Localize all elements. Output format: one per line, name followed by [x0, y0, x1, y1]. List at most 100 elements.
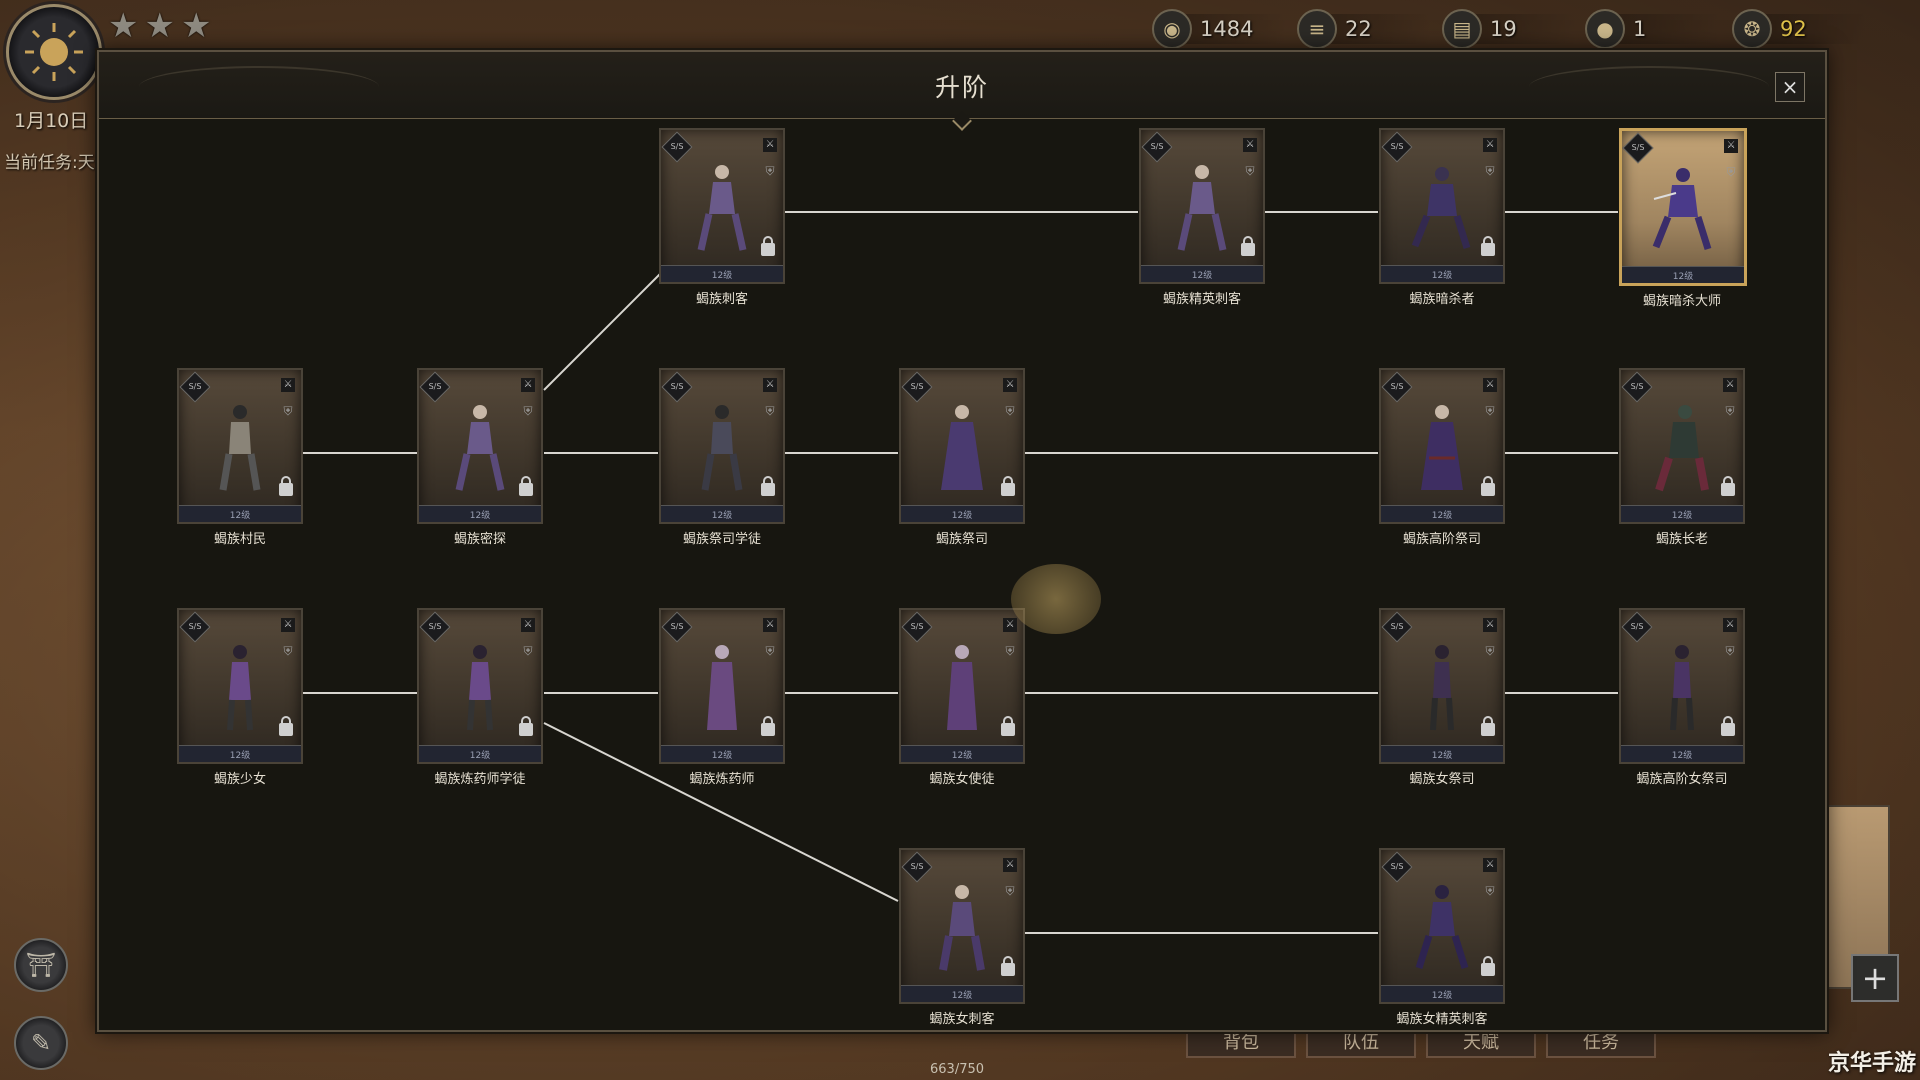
- tree-node-alchemist[interactable]: S/S ⚔ ⛨ 12级 蝎族炼药师: [659, 608, 785, 787]
- armor-icon: ⛨: [1725, 644, 1735, 658]
- tree-node-scout[interactable]: S/S ⚔ ⛨ 12级 蝎族密探: [417, 368, 543, 547]
- tree-node-priestess[interactable]: S/S ⚔ ⛨ 12级 蝎族女祭司: [1379, 608, 1505, 787]
- node-name: 蝎族暗杀者: [1409, 292, 1475, 307]
- zoom-in-button[interactable]: +: [1851, 954, 1899, 1002]
- tree-node-elder[interactable]: S/S ⚔ ⛨ 12级 蝎族长老: [1619, 368, 1745, 547]
- tree-node-shadow-master[interactable]: S/S ⚔ ⛨ 12级 蝎族暗杀大师: [1619, 128, 1747, 309]
- node-name: 蝎族暗杀大师: [1642, 294, 1721, 309]
- character-portrait: [467, 645, 493, 731]
- character-portrait: [1430, 645, 1454, 731]
- lock-icon: [1481, 476, 1495, 496]
- tree-node-alchemist-apprentice[interactable]: S/S ⚔ ⛨ 12级 蝎族炼药师学徒: [417, 608, 543, 787]
- resource-value: 22: [1345, 17, 1372, 41]
- node-name: 蝎族女精英刺客: [1396, 1012, 1488, 1027]
- upgrade-dialog: 升阶 × S/S ⚔ ⛨ 12级 蝎族刺客 S/S ⚔ ⛨ 12级 蝎族精英刺客…: [97, 50, 1827, 1032]
- weapon-icon: ⚔: [1483, 618, 1497, 632]
- resource-value: 1: [1633, 17, 1647, 41]
- node-name: 蝎族女刺客: [929, 1012, 995, 1027]
- resource-value: 1484: [1200, 17, 1254, 41]
- tree-node-villager[interactable]: S/S ⚔ ⛨ 12级 蝎族村民: [177, 368, 303, 547]
- lock-icon: [1241, 236, 1255, 256]
- lock-icon: [1721, 716, 1735, 736]
- resource-horn: ❂ 92: [1732, 8, 1866, 50]
- weapon-icon: ⚔: [281, 378, 295, 392]
- banner-icon: ⛩: [25, 951, 57, 979]
- armor-icon: ⛨: [1485, 164, 1495, 178]
- cursor-bubble: [1011, 564, 1101, 634]
- coin-icon: ◉: [1152, 9, 1192, 49]
- food-icon: ●: [1585, 9, 1625, 49]
- node-name: 蝎族精英刺客: [1162, 292, 1241, 307]
- node-name: 蝎族炼药师学徒: [434, 772, 526, 787]
- character-portrait: [939, 885, 985, 971]
- tree-node-assassin[interactable]: S/S ⚔ ⛨ 12级 蝎族刺客: [659, 128, 785, 307]
- current-task[interactable]: 当前任务:天: [4, 148, 98, 173]
- tree-node-elite-assassin[interactable]: S/S ⚔ ⛨ 12级 蝎族精英刺客: [1139, 128, 1265, 307]
- exp-readout: 663/750: [930, 1062, 985, 1077]
- resource-food: ● 1: [1585, 8, 1719, 50]
- scroll-button[interactable]: ✎: [14, 1016, 68, 1070]
- weapon-icon: ⚔: [1243, 138, 1257, 152]
- armor-icon: ⛨: [765, 164, 775, 178]
- tree-node-high-priest[interactable]: S/S ⚔ ⛨ 12级 蝎族高阶祭司: [1379, 368, 1505, 547]
- tree-node-priest-apprentice[interactable]: S/S ⚔ ⛨ 12级 蝎族祭司学徒: [659, 368, 785, 547]
- character-portrait: [1177, 165, 1227, 251]
- node-name: 蝎族女祭司: [1409, 772, 1475, 787]
- armor-icon: ⛨: [1005, 644, 1015, 658]
- armor-icon: ⛨: [1005, 884, 1015, 898]
- star-icon: ★: [144, 6, 175, 46]
- tree-node-female-envoy[interactable]: S/S ⚔ ⛨ 12级 蝎族女使徒: [899, 608, 1025, 787]
- weapon-icon: ⚔: [1003, 378, 1017, 392]
- star-icon: ★: [180, 6, 212, 46]
- tree-node-female-elite-assassin[interactable]: S/S ⚔ ⛨ 12级 蝎族女精英刺客: [1379, 848, 1505, 1027]
- node-name: 蝎族高阶祭司: [1402, 532, 1481, 547]
- lock-icon: [1001, 476, 1015, 496]
- armor-icon: ⛨: [1005, 404, 1015, 418]
- lock-icon: [1481, 236, 1495, 256]
- tree-node-priest[interactable]: S/S ⚔ ⛨ 12级 蝎族祭司: [899, 368, 1025, 547]
- node-name: 蝎族密探: [453, 532, 506, 547]
- character-portrait: [707, 645, 737, 730]
- armor-icon: ⛨: [523, 404, 533, 418]
- horn-icon: ❂: [1732, 9, 1772, 49]
- tree-link: [543, 273, 661, 391]
- armor-icon: ⛨: [1485, 644, 1495, 658]
- armor-icon: ⛨: [765, 644, 775, 658]
- armor-icon: ⛨: [765, 404, 775, 418]
- lock-icon: [761, 476, 775, 496]
- node-name: 蝎族炼药师: [689, 772, 755, 787]
- tree-node-girl[interactable]: S/S ⚔ ⛨ 12级 蝎族少女: [177, 608, 303, 787]
- character-portrait: [1652, 168, 1712, 251]
- resource-stone: ▤ 19: [1442, 8, 1576, 50]
- lock-icon: [761, 236, 775, 256]
- resource-wood: ≡ 22: [1297, 8, 1431, 50]
- weapon-icon: ⚔: [763, 618, 777, 632]
- node-name: 蝎族祭司: [935, 532, 988, 547]
- tree-node-female-assassin[interactable]: S/S ⚔ ⛨ 12级 蝎族女刺客: [899, 848, 1025, 1027]
- character-portrait: [1421, 405, 1463, 490]
- character-portrait: [1411, 167, 1471, 250]
- weapon-icon: ⚔: [521, 618, 535, 632]
- armor-icon: ⛨: [1726, 165, 1736, 179]
- character-portrait: [1415, 885, 1469, 970]
- day-cycle-emblem[interactable]: [6, 4, 102, 100]
- weapon-icon: ⚔: [1483, 858, 1497, 872]
- weapon-icon: ⚔: [1723, 378, 1737, 392]
- character-portrait: [941, 405, 983, 490]
- watermark: 京华手游: [1828, 1051, 1917, 1076]
- weapon-icon: ⚔: [1003, 618, 1017, 632]
- rating-stars: ★ ★ ★: [108, 6, 211, 46]
- character-portrait: [219, 405, 261, 491]
- lock-icon: [1001, 956, 1015, 976]
- tree-node-shadow-killer[interactable]: S/S ⚔ ⛨ 12级 蝎族暗杀者: [1379, 128, 1505, 307]
- wood-icon: ≡: [1297, 9, 1337, 49]
- game-date: 1月10日: [14, 110, 89, 132]
- lock-icon: [1001, 716, 1015, 736]
- lock-icon: [1481, 716, 1495, 736]
- weapon-icon: ⚔: [763, 138, 777, 152]
- node-name: 蝎族少女: [213, 772, 266, 787]
- banner-button[interactable]: ⛩: [14, 938, 68, 992]
- tree-node-high-priestess[interactable]: S/S ⚔ ⛨ 12级 蝎族高阶女祭司: [1619, 608, 1745, 787]
- armor-icon: ⛨: [283, 644, 293, 658]
- weapon-icon: ⚔: [521, 378, 535, 392]
